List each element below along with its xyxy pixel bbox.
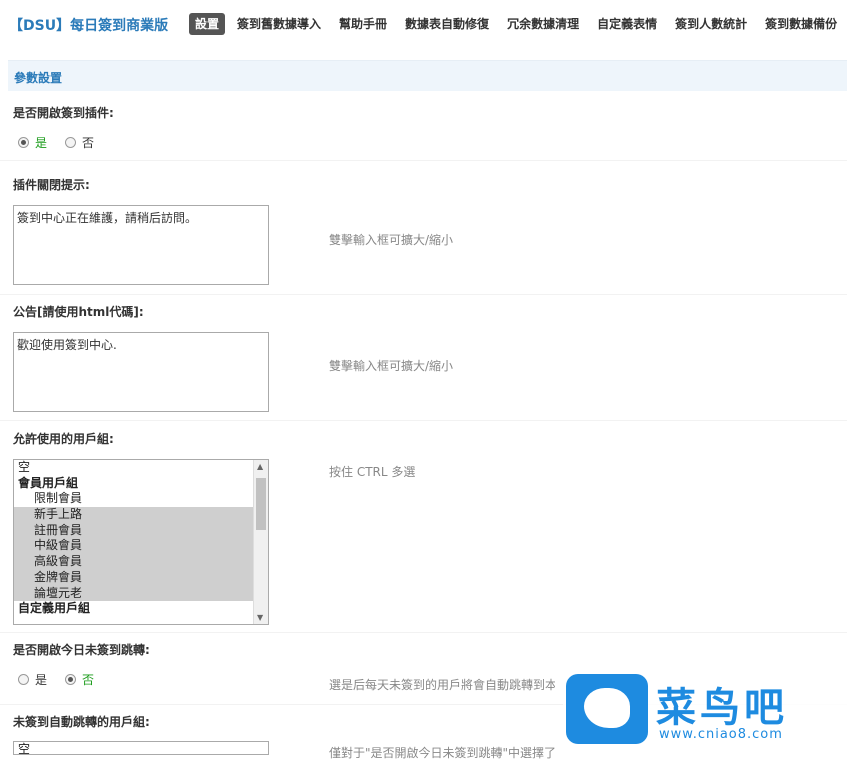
allowed-groups-label: 允許使用的用戶組: [13, 432, 114, 446]
closed-tip-textarea[interactable]: 簽到中心正在維護，請稍后訪問。 [13, 205, 269, 285]
redirect-hint: 選是后每天未簽到的用戶將會自動跳轉到本 [329, 678, 555, 692]
allowed-groups-hint: 按住 CTRL 多選 [329, 465, 416, 479]
scroll-up-icon[interactable]: ▲ [257, 462, 263, 471]
list-item[interactable]: 註冊會員 [14, 522, 268, 539]
list-item[interactable]: 限制會員 [14, 491, 268, 507]
tab-auto-repair-table[interactable]: 數據表自動修復 [399, 13, 495, 35]
closed-tip-label: 插件關閉提示: [13, 178, 90, 192]
main-nav: 設置 簽到舊數據導入 幫助手冊 數據表自動修復 冗余數據清理 自定義表情 簽到人… [189, 13, 847, 35]
redirect-label: 是否開啟今日未簽到跳轉: [13, 643, 150, 657]
divider [0, 294, 847, 295]
list-item[interactable]: 空 [14, 742, 268, 754]
enable-yes-radio[interactable] [18, 137, 29, 148]
divider [0, 160, 847, 161]
enable-yes-label[interactable]: 是 [35, 134, 47, 151]
divider [0, 420, 847, 421]
allowed-groups-listbox[interactable]: 空 會員用戶組 限制會員 新手上路 註冊會員 中級會員 高級會員 金牌會員 論壇… [13, 459, 269, 625]
tab-custom-emoji[interactable]: 自定義表情 [591, 13, 663, 35]
scrollbar-thumb[interactable] [256, 478, 266, 530]
list-item[interactable]: 空 [14, 460, 268, 476]
list-item[interactable]: 自定義用戶組 [14, 601, 268, 617]
tab-help-manual[interactable]: 幫助手冊 [333, 13, 393, 35]
redirect-yes-label[interactable]: 是 [35, 671, 47, 688]
tab-settings[interactable]: 設置 [189, 13, 226, 35]
tab-signin-stats[interactable]: 簽到人數統計 [669, 13, 753, 35]
bird-logo-icon [566, 674, 648, 744]
tab-cleanup-redundant-data[interactable]: 冗余數據清理 [501, 13, 585, 35]
redirect-groups-listbox[interactable]: 空 [13, 741, 269, 755]
scroll-down-icon[interactable]: ▼ [257, 613, 263, 622]
watermark-url: www.cniao8.com [659, 727, 783, 742]
list-item[interactable]: 中級會員 [14, 538, 268, 555]
tab-import-old-data[interactable]: 簽到舊數據導入 [231, 13, 327, 35]
section-title: 參數設置 [14, 71, 63, 85]
app-brand: 【DSU】每日簽到商業版 [9, 18, 169, 34]
watermark-logo: 菜鸟吧 www.cniao8.com [563, 671, 847, 755]
watermark-title: 菜鸟吧 [656, 685, 788, 731]
notice-hint: 雙擊輸入框可擴大/縮小 [329, 359, 454, 373]
list-item[interactable]: 金牌會員 [14, 569, 268, 586]
list-item[interactable]: 高級會員 [14, 554, 268, 570]
redirect-groups-label: 未簽到自動跳轉的用戶組: [13, 715, 150, 729]
redirect-groups-hint: 僅對于"是否開啟今日未簽到跳轉"中選擇了 [329, 746, 555, 760]
list-item[interactable]: 新手上路 [14, 507, 268, 523]
redirect-no-radio[interactable] [65, 674, 77, 685]
list-item[interactable]: 論壇元老 [14, 585, 268, 602]
enable-plugin-label: 是否開啟簽到插件: [13, 106, 114, 120]
notice-label: 公告[請使用html代碼]: [13, 305, 144, 319]
listbox-scrollbar[interactable]: ▲ ▼ [253, 460, 268, 624]
bird-icon [584, 688, 630, 728]
closed-tip-hint: 雙擊輸入框可擴大/縮小 [329, 233, 454, 247]
list-item[interactable]: 會員用戶組 [14, 476, 268, 492]
enable-no-radio[interactable] [65, 137, 77, 148]
redirect-radios: 是 否 [18, 671, 112, 688]
redirect-no-label[interactable]: 否 [82, 671, 94, 688]
redirect-yes-radio[interactable] [18, 674, 29, 685]
enable-no-label[interactable]: 否 [82, 134, 94, 151]
enable-plugin-radios: 是 否 [18, 134, 112, 151]
notice-textarea[interactable]: 歡迎使用簽到中心. [13, 332, 269, 412]
divider [0, 632, 847, 633]
tab-data-backup[interactable]: 簽到數據備份 [759, 13, 843, 35]
top-bar: 【DSU】每日簽到商業版 設置 簽到舊數據導入 幫助手冊 數據表自動修復 冗余數… [0, 0, 847, 48]
section-header: 參數設置 [8, 60, 847, 91]
